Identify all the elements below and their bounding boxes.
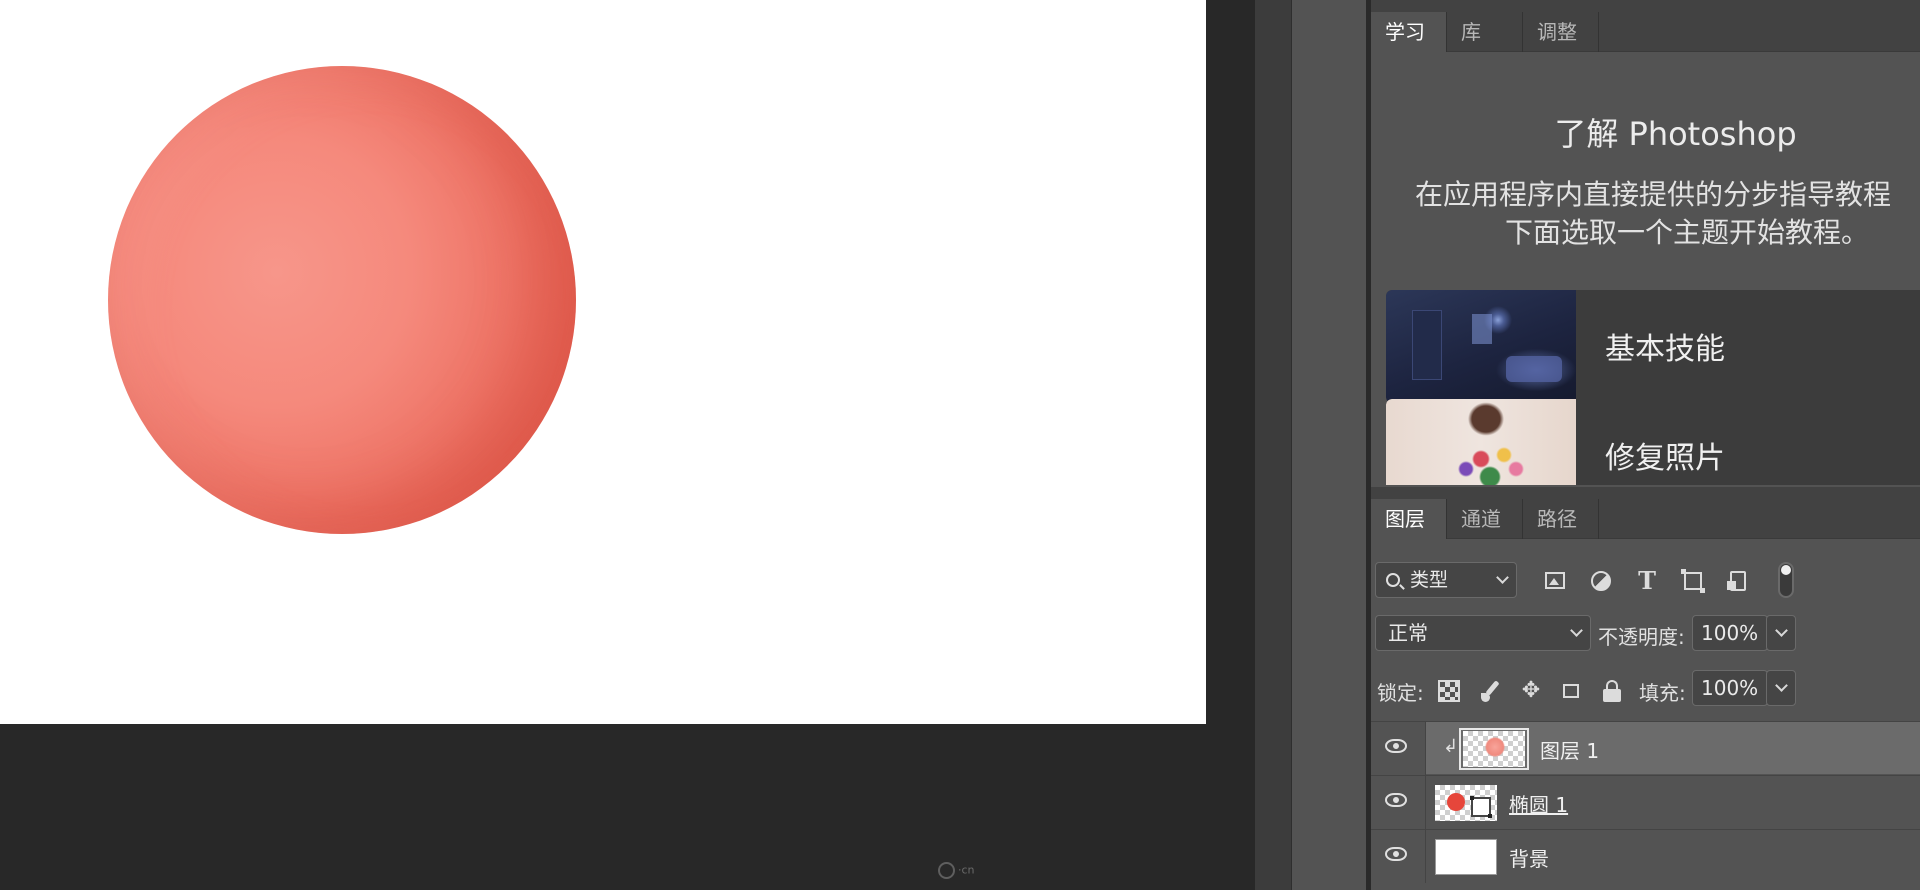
layer-row-layer1[interactable]: ↲ 图层 1 xyxy=(1371,721,1920,775)
watermark-logo-icon xyxy=(938,862,955,879)
layer-filter-row: 类型 T xyxy=(1371,556,1920,600)
tab-adjustments[interactable]: 调整 xyxy=(1523,12,1599,52)
visibility-column xyxy=(1371,776,1426,829)
lesson-thumbnail-bedroom xyxy=(1386,290,1576,403)
lock-transparent-pixels-icon[interactable] xyxy=(1438,680,1460,702)
lesson-card-repair-photo[interactable]: 修复照片 xyxy=(1386,399,1920,485)
tab-learn[interactable]: 学习 xyxy=(1371,12,1447,52)
opacity-label: 不透明度: xyxy=(1598,625,1685,649)
shape-layer-icon xyxy=(1470,796,1492,818)
layer-name[interactable]: 图层 1 xyxy=(1540,735,1599,764)
eye-icon[interactable] xyxy=(1385,793,1407,807)
lock-image-pixels-icon[interactable] xyxy=(1480,680,1502,702)
layer-name[interactable]: 椭圆 1 xyxy=(1509,789,1568,818)
blend-opacity-row: 正常 不透明度: 100% xyxy=(1371,612,1920,656)
thumbnail-door xyxy=(1412,310,1442,380)
blend-mode-value: 正常 xyxy=(1388,621,1428,645)
layer-filter-value: 类型 xyxy=(1410,569,1449,591)
learn-description-line1: 在应用程序内直接提供的分步指导教程 xyxy=(1415,178,1892,211)
layer-name[interactable]: 背景 xyxy=(1509,843,1549,872)
panel-divider-dark xyxy=(1255,0,1291,890)
chevron-down-icon xyxy=(1496,571,1509,584)
adjustment-filter-icon[interactable] xyxy=(1589,570,1613,592)
right-panel: 学习 库 调整 了解 Photoshop 在应用程序内直接提供的分步指导教程 下… xyxy=(1371,0,1920,890)
lock-all-icon[interactable] xyxy=(1601,680,1623,702)
tab-libraries[interactable]: 库 xyxy=(1447,12,1523,52)
lock-position-icon[interactable]: ✥ xyxy=(1520,680,1542,702)
gradient-sphere-shape[interactable] xyxy=(108,66,576,534)
layer-row-ellipse1[interactable]: 椭圆 1 xyxy=(1371,775,1920,829)
learn-title: 了解 Photoshop xyxy=(1554,115,1797,153)
watermark-text: ·cn xyxy=(958,863,975,877)
lock-label: 锁定: xyxy=(1377,681,1424,705)
layer-filter-toggle[interactable] xyxy=(1778,562,1794,598)
tab-channels[interactable]: 通道 xyxy=(1447,499,1523,539)
learn-description-line2: 下面选取一个主题开始教程。 xyxy=(1505,216,1870,249)
learn-panel-content: 了解 Photoshop 在应用程序内直接提供的分步指导教程 下面选取一个主题开… xyxy=(1371,53,1920,485)
opacity-dropdown[interactable] xyxy=(1766,615,1796,651)
chevron-down-icon xyxy=(1570,624,1583,637)
thumbnail-window xyxy=(1472,314,1492,344)
clipping-arrow-icon: ↲ xyxy=(1443,736,1459,757)
eye-icon[interactable] xyxy=(1385,739,1407,753)
lesson-card-basic-skills[interactable]: 基本技能 xyxy=(1386,290,1920,403)
chevron-down-icon xyxy=(1775,679,1788,692)
learn-panel-tabbar: 学习 库 调整 xyxy=(1371,0,1920,52)
canvas-workspace[interactable]: ·cn xyxy=(0,0,1255,890)
lesson-label-basic-skills: 基本技能 xyxy=(1605,332,1725,367)
layers-panel-tabbar: 图层 通道 路径 xyxy=(1371,487,1920,539)
lock-fill-row: 锁定: ✥ 填充: 100% xyxy=(1371,667,1920,711)
visibility-column xyxy=(1371,830,1426,883)
search-icon xyxy=(1386,573,1400,587)
layer-thumbnail[interactable] xyxy=(1435,785,1497,821)
document-canvas[interactable] xyxy=(0,0,1206,724)
watermark: ·cn xyxy=(938,862,975,879)
blend-mode-select[interactable]: 正常 xyxy=(1375,615,1591,651)
chevron-down-icon xyxy=(1775,624,1788,637)
tab-paths[interactable]: 路径 xyxy=(1523,499,1599,539)
fill-field[interactable]: 100% xyxy=(1692,670,1768,706)
layer-filter-select[interactable]: 类型 xyxy=(1375,562,1517,598)
collapsed-panel-dock[interactable] xyxy=(1291,0,1366,890)
thumbnail-bed xyxy=(1506,356,1562,382)
selected-thumbnail-frame xyxy=(1459,728,1529,770)
smart-object-filter-icon[interactable] xyxy=(1726,570,1750,592)
fill-label: 填充: xyxy=(1639,681,1686,705)
eye-icon[interactable] xyxy=(1385,847,1407,861)
type-filter-icon[interactable]: T xyxy=(1635,569,1659,593)
layer-thumbnail-blob xyxy=(1447,793,1465,811)
layer-row-background[interactable]: 背景 xyxy=(1371,829,1920,883)
layer-thumbnail[interactable] xyxy=(1435,839,1497,875)
opacity-field[interactable]: 100% xyxy=(1692,615,1768,651)
lock-artboard-icon[interactable] xyxy=(1560,680,1582,702)
fill-dropdown[interactable] xyxy=(1766,670,1796,706)
lesson-label-repair-photo: 修复照片 xyxy=(1605,441,1725,476)
tab-layers[interactable]: 图层 xyxy=(1371,499,1447,539)
lesson-thumbnail-flowers xyxy=(1386,399,1576,485)
image-filter-icon[interactable] xyxy=(1543,570,1567,592)
shape-filter-icon[interactable] xyxy=(1681,569,1705,593)
visibility-column xyxy=(1371,722,1426,775)
